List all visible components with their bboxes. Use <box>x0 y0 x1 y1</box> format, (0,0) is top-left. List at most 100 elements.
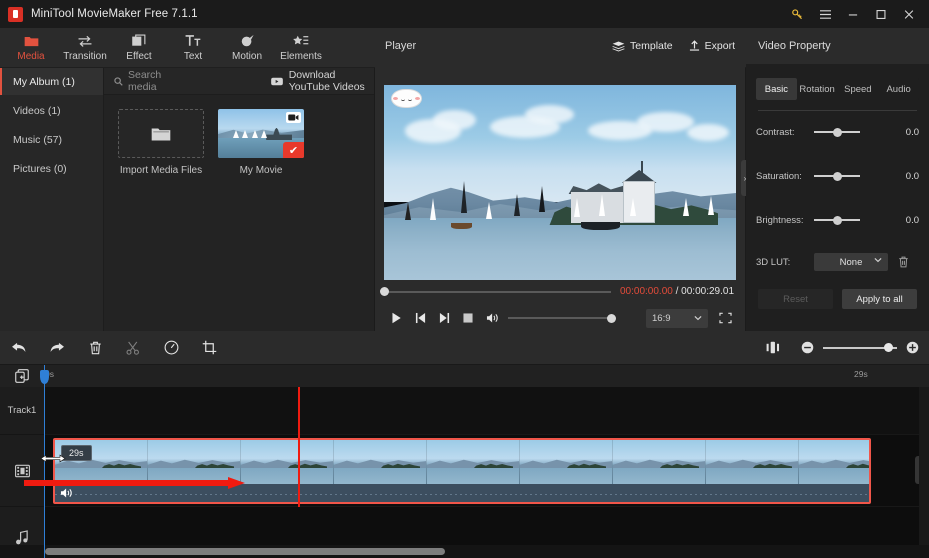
window-title: MiniTool MovieMaker Free 7.1.1 <box>31 8 198 20</box>
nav-tab-transition[interactable]: Transition <box>58 28 112 68</box>
maximize-icon[interactable] <box>867 0 895 28</box>
next-frame-icon[interactable] <box>432 307 456 329</box>
download-youtube-button[interactable]: Download YouTube Videos <box>270 69 374 93</box>
reset-button[interactable]: Reset <box>758 289 833 309</box>
saturation-row: Saturation: 0.0 <box>756 165 919 187</box>
zoom-handle[interactable] <box>884 343 893 352</box>
play-icon[interactable] <box>384 307 408 329</box>
nav-tab-text[interactable]: Text <box>166 28 220 68</box>
template-layers-icon <box>612 41 625 52</box>
import-media-tile[interactable]: Import Media Files <box>118 109 204 176</box>
redo-button[interactable] <box>38 331 76 365</box>
app-logo-icon <box>8 6 23 22</box>
lut-row: 3D LUT: None <box>756 251 919 273</box>
minimize-icon[interactable] <box>839 0 867 28</box>
nav-tab-effect[interactable]: Effect <box>112 28 166 68</box>
delete-button[interactable] <box>76 331 114 365</box>
contrast-value: 0.0 <box>905 126 919 138</box>
sidebar-item-videos[interactable]: Videos (1) <box>0 97 103 124</box>
crop-button[interactable] <box>190 331 228 365</box>
fullscreen-icon[interactable] <box>714 309 736 328</box>
aspect-ratio-value: 16:9 <box>652 312 671 324</box>
player-header: Player Template Export <box>375 28 745 64</box>
total-time: 00:00:29.01 <box>681 286 734 297</box>
contrast-handle[interactable] <box>833 127 842 137</box>
hamburger-menu-icon[interactable] <box>811 0 839 28</box>
zoom-out-icon[interactable] <box>801 341 814 354</box>
nav-tab-elements-label: Motion <box>231 51 262 62</box>
undo-button[interactable] <box>0 331 38 365</box>
video-preview[interactable] <box>384 85 736 280</box>
timeline-track-video[interactable]: 29s <box>44 435 929 507</box>
player-title: Player <box>385 40 417 52</box>
playhead-handle[interactable] <box>40 370 49 384</box>
saturation-slider[interactable] <box>814 171 860 181</box>
volume-slider[interactable] <box>508 313 616 323</box>
close-icon[interactable] <box>895 0 923 28</box>
media-thumbnail[interactable]: ✔ <box>218 109 304 158</box>
zoom-in-icon[interactable] <box>906 341 919 354</box>
tab-basic[interactable]: Basic <box>756 78 797 100</box>
property-tabs: Basic Rotation Speed Audio <box>756 78 919 100</box>
brightness-handle[interactable] <box>833 215 842 225</box>
annotation-arrow <box>24 477 246 489</box>
tab-audio[interactable]: Audio <box>878 78 919 100</box>
playback-progress[interactable]: 00:00:00.00 / 00:00:29.01 <box>380 286 736 297</box>
tab-speed[interactable]: Speed <box>838 78 879 100</box>
import-media-dropzone[interactable] <box>118 109 204 158</box>
timeline-ruler[interactable]: 0s 29s <box>44 365 929 387</box>
contrast-slider[interactable] <box>814 127 860 137</box>
sidebar-item-my-album[interactable]: My Album (1) <box>0 68 103 95</box>
stop-icon[interactable] <box>456 307 480 329</box>
timeline-zoom-controls <box>754 331 929 365</box>
nav-tab-elements[interactable]: Elements <box>274 28 328 68</box>
template-button[interactable]: Template <box>612 40 673 52</box>
brightness-label: Brightness: <box>756 214 804 226</box>
preview-lake <box>384 217 736 280</box>
sidebar-item-music-label: Music (57) <box>13 133 63 146</box>
brightness-slider[interactable] <box>814 215 860 225</box>
moviemaker-window: MiniTool MovieMaker Free 7.1.1 Media Tra… <box>0 0 929 558</box>
annotation-marker-line <box>298 387 300 507</box>
apply-to-all-button[interactable]: Apply to all <box>842 289 917 309</box>
lut-select[interactable]: None <box>814 253 888 271</box>
key-icon[interactable] <box>783 0 811 28</box>
nav-tab-media-label: Media <box>17 51 45 62</box>
sidebar-item-music[interactable]: Music (57) <box>0 126 103 153</box>
saturation-label: Saturation: <box>756 170 802 182</box>
volume-handle[interactable] <box>607 313 616 323</box>
progress-slider[interactable] <box>380 287 611 296</box>
progress-handle[interactable] <box>380 287 389 296</box>
add-track-icon[interactable] <box>0 365 44 387</box>
media-item-my-movie[interactable]: ✔ My Movie <box>218 109 304 176</box>
zoom-slider[interactable] <box>823 343 897 352</box>
sidebar-item-pictures[interactable]: Pictures (0) <box>0 155 103 182</box>
timeline-clip-my-movie[interactable]: 29s <box>53 438 871 504</box>
search-input[interactable]: Search media <box>114 69 171 93</box>
horizontal-scrollbar[interactable] <box>45 548 445 555</box>
timeline-track-1[interactable] <box>44 387 929 435</box>
timecode-display: 00:00:00.00 / 00:00:29.01 <box>620 286 734 297</box>
nav-tab-motion[interactable]: Motion <box>220 28 274 68</box>
track-header-video[interactable] <box>0 435 44 507</box>
nav-tab-elements-label2: Elements <box>280 51 322 62</box>
check-icon: ✔ <box>283 142 304 158</box>
speed-button[interactable] <box>152 331 190 365</box>
trash-icon[interactable] <box>898 256 909 268</box>
track-header-track1[interactable]: Track1 <box>0 387 44 435</box>
previous-frame-icon[interactable] <box>408 307 432 329</box>
track-headers: Track1 <box>0 387 44 558</box>
aspect-ratio-select[interactable]: 16:9 <box>646 308 708 328</box>
fit-timeline-icon[interactable] <box>754 331 792 365</box>
track-header-track1-label: Track1 <box>7 405 37 416</box>
title-bar: MiniTool MovieMaker Free 7.1.1 <box>0 0 929 28</box>
nav-tab-media[interactable]: Media <box>4 28 58 68</box>
saturation-handle[interactable] <box>833 171 842 181</box>
timeline-body: Track1 29s <box>0 387 929 558</box>
lut-value: None <box>839 256 863 268</box>
split-button[interactable] <box>114 331 152 365</box>
tab-rotation[interactable]: Rotation <box>797 78 838 100</box>
export-button[interactable]: Export <box>689 40 735 52</box>
volume-icon[interactable] <box>480 307 504 329</box>
property-footer: Reset Apply to all <box>746 289 929 309</box>
